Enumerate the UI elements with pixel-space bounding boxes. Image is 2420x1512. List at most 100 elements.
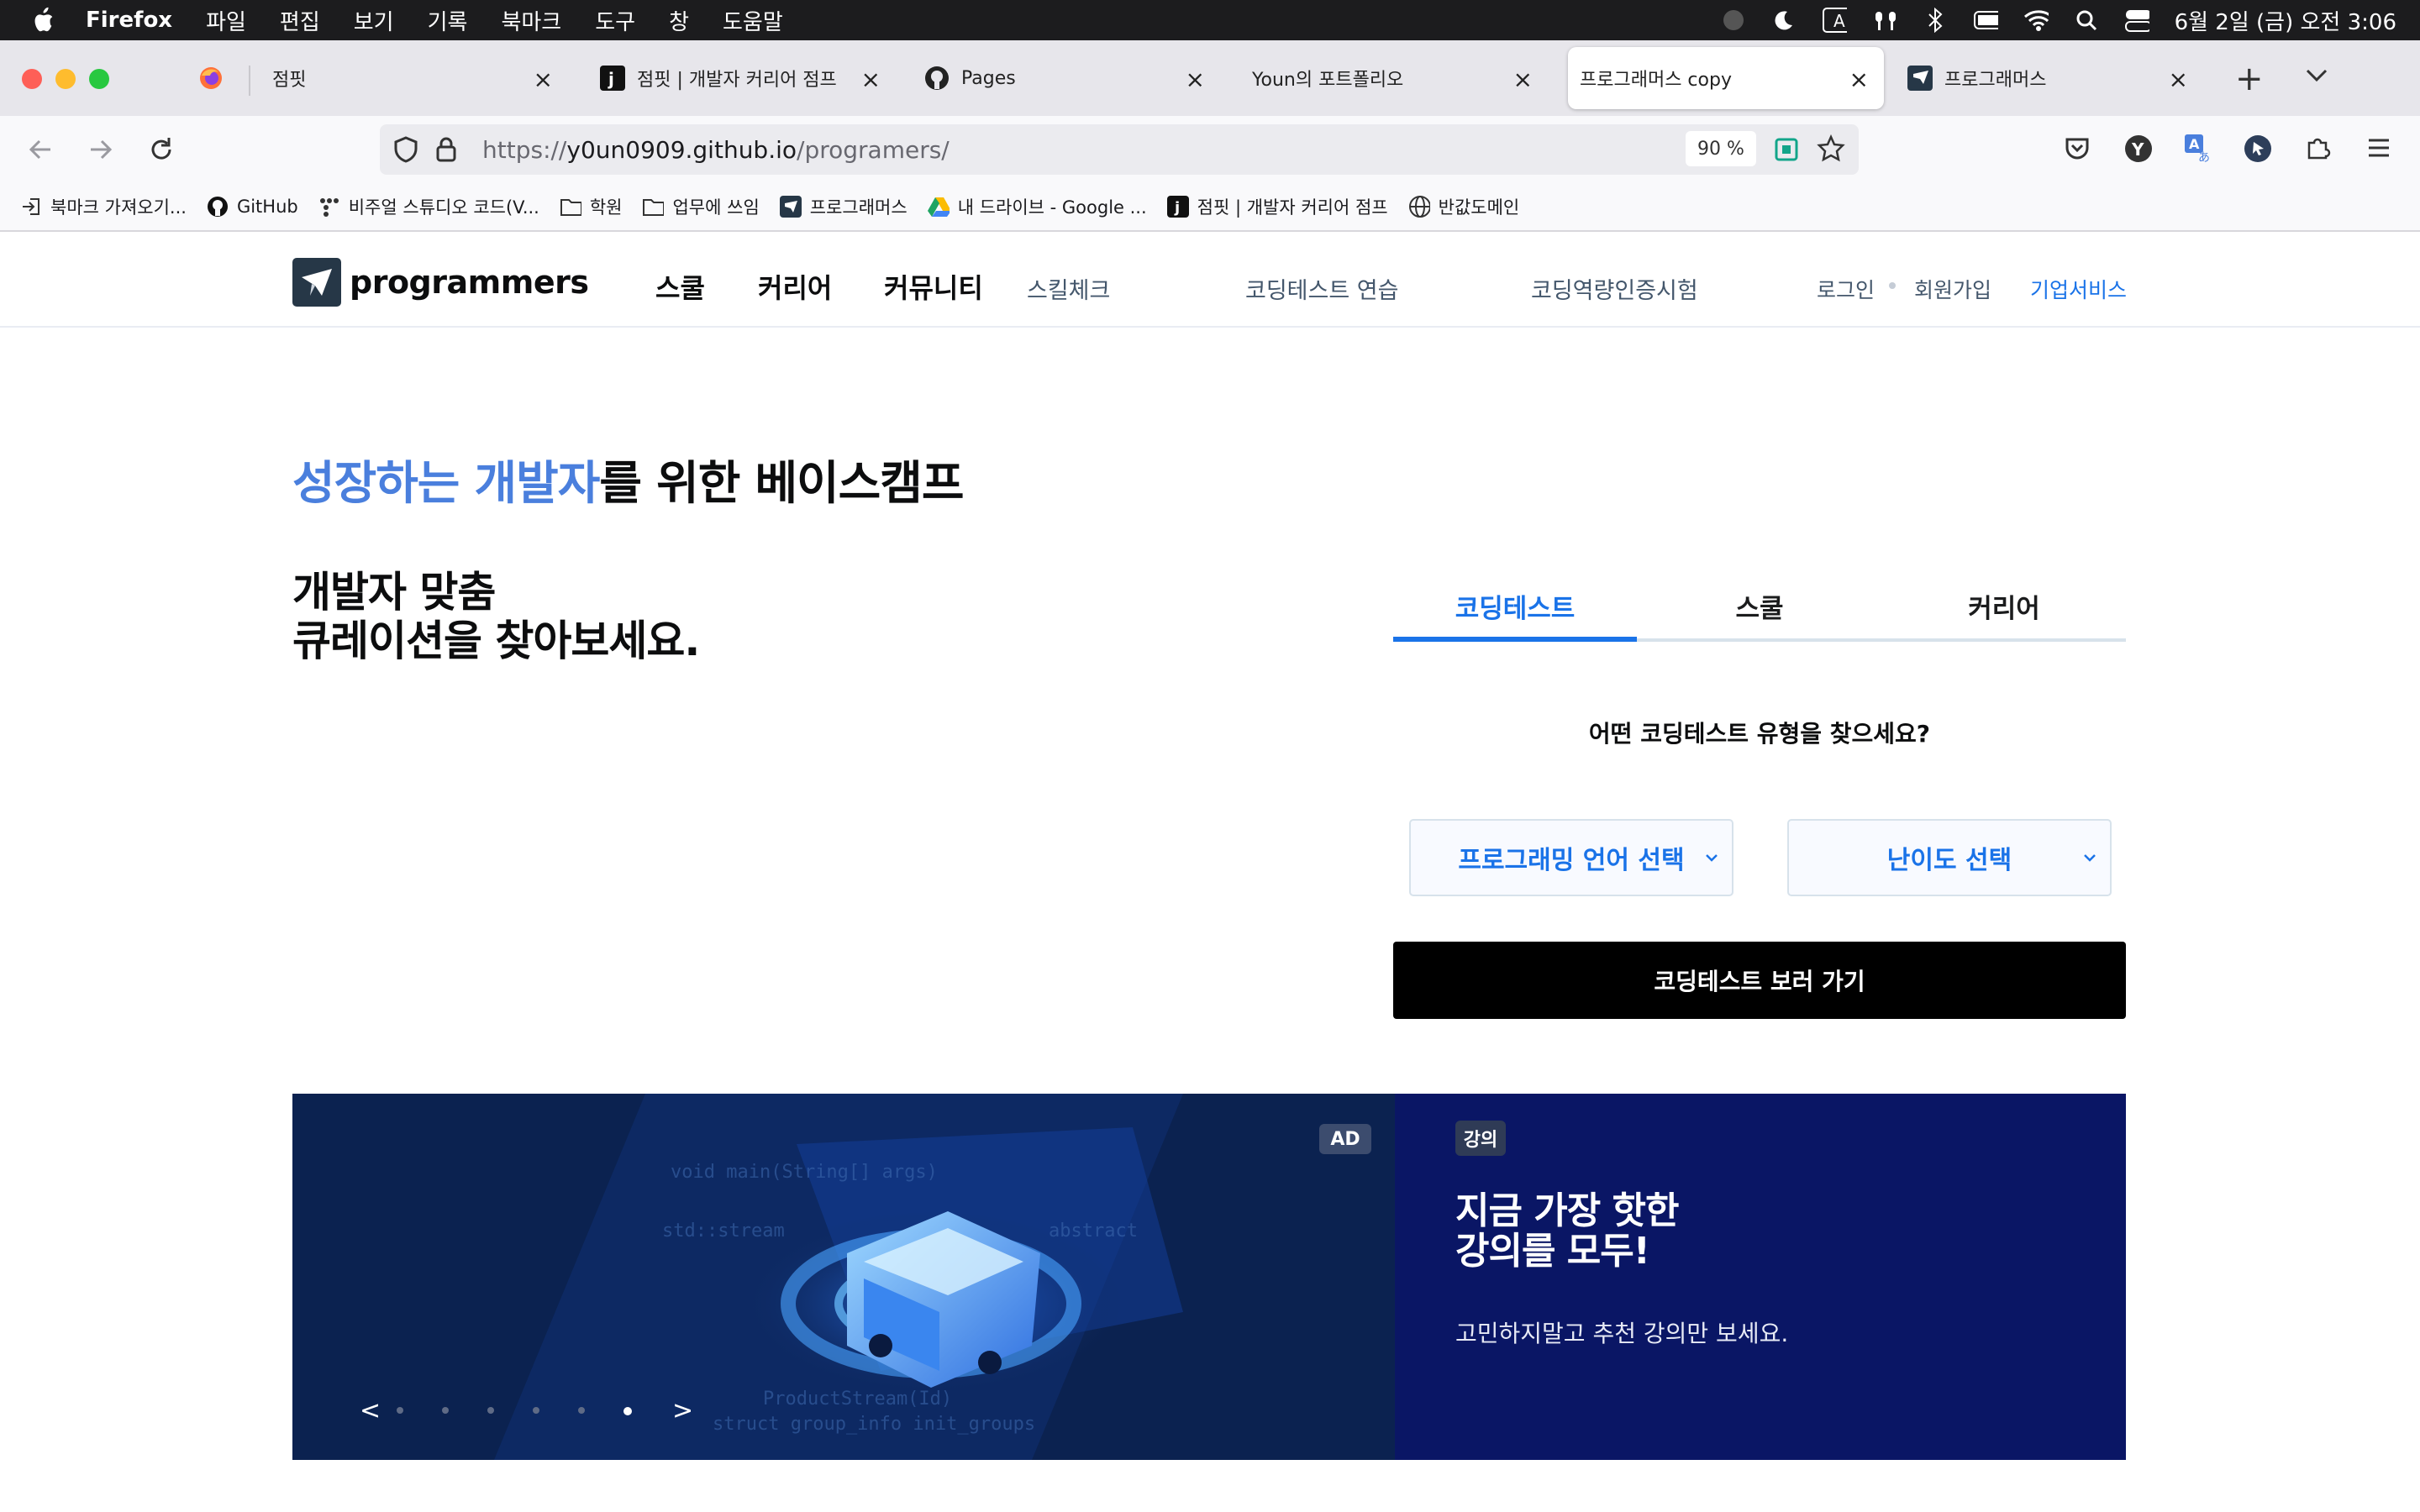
screenshot-icon[interactable]: [1775, 138, 1798, 165]
close-tab-icon[interactable]: ×: [1513, 66, 1533, 93]
menu-history[interactable]: 기록: [428, 5, 468, 36]
bookmark-folder-academy[interactable]: 학원: [560, 194, 622, 219]
promo-description: 고민하지말고 추천 강의만 보세요.: [1455, 1320, 1789, 1347]
carousel-dot[interactable]: [397, 1407, 403, 1414]
reload-button[interactable]: [143, 131, 180, 168]
url-text[interactable]: https://y0un0909.github.io/programers/: [482, 136, 950, 164]
firefox-view-tab[interactable]: [192, 47, 239, 109]
apple-icon[interactable]: [30, 6, 55, 34]
list-all-tabs-icon[interactable]: [2304, 66, 2329, 89]
close-tab-icon[interactable]: ×: [2169, 66, 2188, 93]
tracking-protection-shield-icon[interactable]: [393, 136, 418, 166]
tab-jumpit[interactable]: 점핏 ×: [252, 47, 568, 109]
autonomous-vehicle-illustration: void main(String[] args) std::stream abs…: [292, 1094, 1395, 1460]
app-menu-hamburger-icon[interactable]: [2366, 136, 2391, 163]
carousel-dot[interactable]: [487, 1407, 494, 1414]
input-source-icon[interactable]: A: [1822, 8, 1847, 33]
clock[interactable]: 6월 2일 (금) 오전 3:06: [2175, 5, 2396, 36]
wifi-icon[interactable]: [2023, 8, 2049, 33]
bookmark-label: 프로그래머스: [809, 197, 908, 218]
control-center-icon[interactable]: [2124, 8, 2149, 33]
account-avatar-icon[interactable]: Y: [2124, 134, 2153, 166]
zoom-level-button[interactable]: 90 %: [1686, 131, 1756, 166]
menu-tools[interactable]: 도구: [595, 5, 635, 36]
bookmark-folder-work[interactable]: 업무에 쓰임: [642, 194, 760, 219]
airpods-icon[interactable]: [1872, 8, 1897, 33]
close-window-button[interactable]: [22, 69, 42, 89]
tab-title: 점핏: [272, 70, 307, 91]
carousel-dot[interactable]: [623, 1407, 632, 1415]
carousel-dot[interactable]: [578, 1407, 585, 1414]
ad-banner-carousel[interactable]: void main(String[] args) std::stream abs…: [292, 1094, 1395, 1460]
menu-window[interactable]: 창: [669, 5, 689, 36]
nav-career[interactable]: 커리어: [758, 267, 832, 306]
address-bar[interactable]: https://y0un0909.github.io/programers/ 9…: [380, 124, 1859, 175]
bookmark-jumpit[interactable]: j 점핏 | 개발자 커리어 점프: [1166, 194, 1388, 219]
url-host: y0un0909.github.io: [566, 136, 797, 164]
bookmark-import[interactable]: 북마크 가져오기...: [20, 194, 187, 219]
bookmark-programmers[interactable]: 프로그래머스: [779, 194, 908, 219]
browser-chrome: 점핏 × j 점핏 | 개발자 커리어 점프 × Pages × Youn의 포…: [0, 40, 2420, 232]
site-logo[interactable]: programmers: [292, 258, 589, 307]
menu-edit[interactable]: 편집: [280, 5, 320, 36]
moon-icon[interactable]: [1771, 8, 1797, 33]
tab-jumpit-career[interactable]: j 점핏 | 개발자 커리어 점프 ×: [580, 47, 896, 109]
menu-help[interactable]: 도움말: [723, 5, 783, 36]
tab-school[interactable]: 스쿨: [1638, 573, 1881, 638]
new-tab-button[interactable]: +: [2235, 62, 2264, 96]
close-tab-icon[interactable]: ×: [534, 66, 553, 93]
carousel-dot[interactable]: [533, 1407, 539, 1414]
bookmark-google-drive[interactable]: 내 드라이브 - Google ...: [927, 194, 1147, 219]
tab-github-pages[interactable]: Pages ×: [904, 47, 1220, 109]
drive-icon: [927, 196, 950, 218]
app-menu-firefox[interactable]: Firefox: [86, 8, 172, 33]
minimize-window-button[interactable]: [55, 69, 76, 89]
tab-portfolio[interactable]: Youn의 포트폴리오 ×: [1232, 47, 1548, 109]
bluetooth-icon[interactable]: [1923, 8, 1948, 33]
go-to-coding-test-button[interactable]: 코딩테스트 보러 가기: [1393, 942, 2126, 1019]
battery-icon[interactable]: [1973, 8, 1998, 33]
menu-bookmarks[interactable]: 북마크: [501, 5, 561, 36]
tab-career[interactable]: 커리어: [1882, 573, 2126, 638]
extensions-puzzle-icon[interactable]: [2304, 134, 2331, 165]
nav-skillcheck[interactable]: 스킬체크: [1027, 272, 1110, 305]
language-select[interactable]: 프로그래밍 언어 선택: [1409, 819, 1733, 896]
zoom-window-button[interactable]: [89, 69, 109, 89]
translate-icon[interactable]: Aあ: [2183, 133, 2213, 166]
pocket-icon[interactable]: [2064, 134, 2091, 165]
back-arrow-icon: [29, 139, 50, 160]
close-tab-icon[interactable]: ×: [861, 66, 881, 93]
nav-school[interactable]: 스쿨: [655, 267, 705, 306]
back-button[interactable]: [22, 131, 59, 168]
menu-file[interactable]: 파일: [206, 5, 246, 36]
tab-coding-test[interactable]: 코딩테스트: [1393, 573, 1637, 638]
carousel-prev-button[interactable]: <: [360, 1396, 381, 1425]
svg-text:ProductStream(Id): ProductStream(Id): [763, 1389, 952, 1410]
carousel-dot[interactable]: [442, 1407, 449, 1414]
spotlight-search-icon[interactable]: [2074, 8, 2099, 33]
bookmark-star-icon[interactable]: [1817, 134, 1845, 166]
tab-programmers-copy-active[interactable]: 프로그래머스 copy ×: [1568, 47, 1884, 109]
web-page: programmers 스쿨 커리어 커뮤니티 스킬체크 코딩테스트 연습 코딩…: [0, 232, 2420, 1512]
carousel-next-button[interactable]: >: [672, 1396, 693, 1425]
business-service-link[interactable]: 기업서비스: [2030, 274, 2127, 304]
close-tab-icon[interactable]: ×: [1849, 66, 1869, 93]
nav-coding-test-practice[interactable]: 코딩테스트 연습: [1245, 272, 1398, 305]
bookmark-github[interactable]: GitHub: [207, 196, 298, 218]
nav-community[interactable]: 커뮤니티: [884, 267, 983, 306]
login-link[interactable]: 로그인: [1817, 274, 1875, 304]
menu-view[interactable]: 보기: [354, 5, 394, 36]
bookmark-vscode[interactable]: 비주얼 스튜디오 코드(V...: [318, 194, 539, 219]
tab-programmers[interactable]: 프로그래머스 ×: [1887, 47, 2203, 109]
record-icon[interactable]: [1721, 8, 1746, 33]
lecture-promo-card[interactable]: 강의 지금 가장 핫한 강의를 모두! 고민하지말고 추천 강의만 보세요.: [1395, 1094, 2126, 1460]
signup-link[interactable]: 회원가입: [1914, 274, 1991, 304]
difficulty-select[interactable]: 난이도 선택: [1787, 819, 2112, 896]
extension-cursor-icon[interactable]: [2244, 134, 2272, 166]
close-tab-icon[interactable]: ×: [1186, 66, 1205, 93]
nav-coding-certification[interactable]: 코딩역량인증시험: [1531, 272, 1698, 305]
forward-button[interactable]: [82, 131, 119, 168]
bookmark-label: GitHub: [236, 197, 298, 217]
lock-icon[interactable]: [435, 136, 457, 166]
bookmark-half-domain[interactable]: 반값도메인: [1408, 194, 1519, 219]
